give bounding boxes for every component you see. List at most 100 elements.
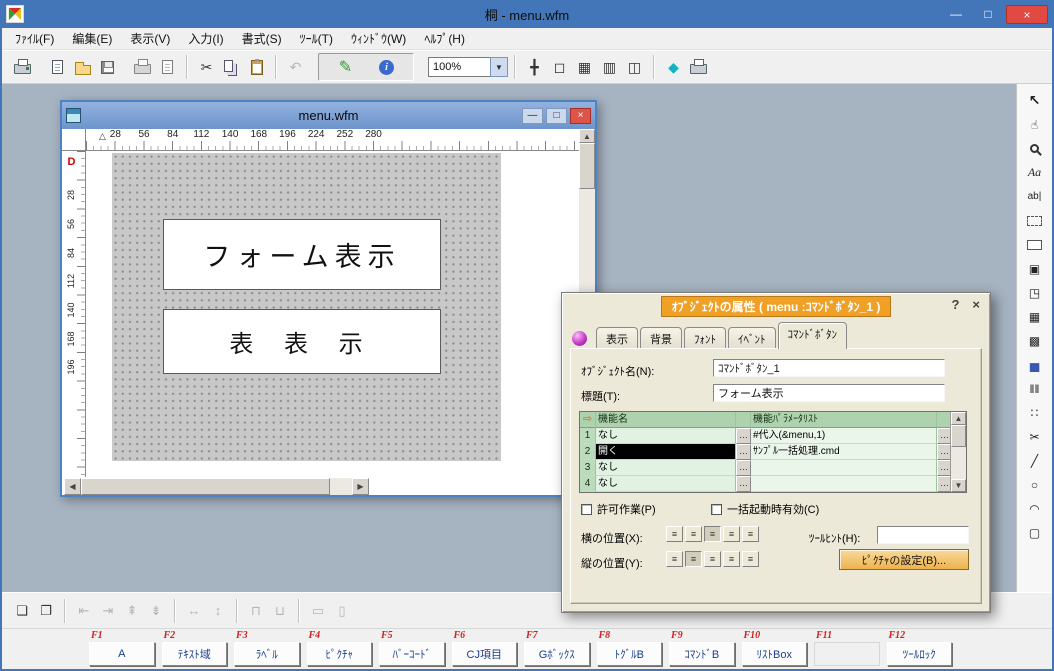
print-layout-icon[interactable] — [686, 55, 711, 80]
menu-help[interactable]: ﾍﾙﾌﾟ(H) — [415, 27, 474, 50]
horizontal-scroll-thumb[interactable] — [81, 478, 330, 495]
halign-center-button[interactable]: ≡ — [704, 526, 721, 542]
function-name-cell[interactable]: なし — [596, 476, 736, 492]
function-param-cell[interactable] — [751, 476, 937, 492]
form-close-button[interactable]: × — [570, 108, 591, 124]
pin-icon[interactable] — [572, 331, 587, 346]
halign-right-button[interactable]: ≡ — [723, 526, 740, 542]
valign-top-button[interactable]: ≡ — [666, 551, 683, 567]
pattern-tool-icon[interactable]: ∷ — [1021, 401, 1048, 424]
menu-edit[interactable]: 編集(E) — [63, 27, 121, 50]
menu-tools[interactable]: ﾂｰﾙ(T) — [291, 27, 342, 50]
fkey-f10-button[interactable]: ﾘｽﾄBox — [742, 642, 808, 666]
valign-bottom-button[interactable]: ≡ — [704, 551, 721, 567]
caption-input[interactable] — [713, 384, 945, 402]
barcode-tool-icon[interactable]: ‖‖ — [1021, 377, 1048, 400]
label-tool-icon[interactable]: Aa — [1021, 161, 1048, 184]
function-name-cell[interactable]: なし — [596, 460, 736, 476]
function-column-header[interactable]: 機能名 — [596, 412, 736, 428]
new-form-icon[interactable] — [45, 55, 70, 80]
align-top-icon[interactable]: ⇞ — [120, 599, 144, 623]
halign-justify-button[interactable]: ≡ — [742, 526, 759, 542]
cut-icon[interactable]: ✂ — [194, 55, 219, 80]
menu-view[interactable]: 表示(V) — [121, 27, 179, 50]
edit-pencil-icon[interactable]: ✎ — [333, 55, 358, 80]
function-param-cell[interactable]: ｻﾝﾌﾟﾙ一括処理.cmd — [751, 444, 937, 460]
grid-toggle-icon[interactable]: ▦ — [572, 55, 597, 80]
size-width-icon[interactable]: ▭ — [306, 599, 330, 623]
form-minimize-button[interactable]: — — [522, 108, 543, 124]
valign-even-button[interactable]: ≡ — [742, 551, 759, 567]
table-scroll-up-button[interactable]: ▲ — [951, 412, 966, 425]
titlebar[interactable]: 桐 - menu.wfm — □ × — [0, 0, 1054, 28]
function-row-3[interactable]: 3 なし … … — [580, 460, 966, 476]
form-view-icon[interactable]: ❏ — [10, 599, 34, 623]
line-tool-icon[interactable]: ╱ — [1021, 449, 1048, 472]
group-box-tool-icon[interactable]: ▣ — [1021, 257, 1048, 280]
copy-icon[interactable] — [219, 55, 244, 80]
form-command-button-2[interactable]: 表 表 示 — [163, 309, 441, 374]
function-row-1[interactable]: 1 なし … #代入(&menu,1) … — [580, 428, 966, 444]
object-name-input[interactable] — [713, 359, 945, 377]
minimize-button[interactable]: — — [942, 5, 970, 24]
form-canvas[interactable]: フォーム表示 表 表 示 — [86, 151, 579, 477]
valign-center-button[interactable]: ≡ — [685, 551, 702, 567]
menu-window[interactable]: ｳｨﾝﾄﾞｳ(W) — [342, 27, 415, 50]
form-design-grid[interactable] — [112, 153, 501, 461]
tab-command-button[interactable]: ｺﾏﾝﾄﾞﾎﾞﾀﾝ — [778, 322, 848, 349]
align-right-icon[interactable]: ⇥ — [96, 599, 120, 623]
menu-format[interactable]: 書式(S) — [233, 27, 291, 50]
batch-checkbox[interactable] — [711, 504, 722, 515]
form-horizontal-scrollbar[interactable]: ◀ ▶ — [64, 478, 369, 495]
text-tool-icon[interactable]: ab| — [1021, 185, 1048, 208]
scroll-left-button[interactable]: ◀ — [64, 478, 81, 495]
table-view-icon[interactable]: ❐ — [34, 599, 58, 623]
fkey-f3-button[interactable]: ﾗﾍﾞﾙ — [234, 642, 300, 666]
fkey-f8-button[interactable]: ﾄｸﾞﾙB — [597, 642, 663, 666]
scroll-up-button[interactable]: ▲ — [579, 129, 595, 143]
gem-icon[interactable]: ◆ — [661, 55, 686, 80]
function-picker-button[interactable]: … — [736, 460, 751, 476]
fkey-f12-button[interactable]: ﾂｰﾙﾛｯｸ — [887, 642, 953, 666]
function-param-cell[interactable]: #代入(&menu,1) — [751, 428, 937, 444]
vertical-scroll-thumb[interactable] — [579, 143, 595, 189]
function-name-cell-selected[interactable]: 開く — [596, 444, 736, 460]
fkey-f2-button[interactable]: ﾃｷｽﾄ域 — [162, 642, 228, 666]
dashed-box-tool-icon[interactable] — [1021, 209, 1048, 232]
horizontal-scroll-track[interactable] — [81, 478, 352, 495]
space-across-icon[interactable]: ⊓ — [244, 599, 268, 623]
function-picker-button[interactable]: … — [736, 428, 751, 444]
table-scroll-thumb[interactable] — [951, 425, 966, 447]
fkey-f5-button[interactable]: ﾊﾞｰｺｰﾄﾞ — [379, 642, 445, 666]
close-button[interactable]: × — [1006, 5, 1048, 24]
zoom-input[interactable] — [428, 57, 490, 77]
halign-center-left-button[interactable]: ≡ — [685, 526, 702, 542]
snap-cross-icon[interactable]: ╋ — [522, 55, 547, 80]
box-tool-icon[interactable] — [1021, 233, 1048, 256]
fkey-f7-button[interactable]: Gﾎﾞｯｸｽ — [524, 642, 590, 666]
paste-icon[interactable] — [244, 55, 269, 80]
table-scroll-down-button[interactable]: ▼ — [951, 479, 966, 492]
fkey-f6-button[interactable]: CJ項目 — [452, 642, 518, 666]
item-box-tool-icon[interactable]: ◳ — [1021, 281, 1048, 304]
picture-settings-button[interactable]: ﾋﾟｸﾁｬの設定(B)... — [839, 549, 969, 570]
pan-tool-icon[interactable]: ☝ — [1021, 113, 1048, 136]
function-param-cell[interactable] — [751, 460, 937, 476]
align-left-icon[interactable]: ⇤ — [72, 599, 96, 623]
window-parts-icon[interactable]: ◫ — [622, 55, 647, 80]
print-icon[interactable] — [130, 55, 155, 80]
function-row-4[interactable]: 4 なし … … — [580, 476, 966, 492]
zoom-dropdown-button[interactable]: ▼ — [490, 57, 508, 77]
fkey-f1-button[interactable]: A — [89, 642, 155, 666]
dialog-close-button[interactable]: × — [972, 298, 980, 312]
size-height-icon[interactable]: ▯ — [330, 599, 354, 623]
open-icon[interactable] — [70, 55, 95, 80]
form-command-button-1[interactable]: フォーム表示 — [163, 219, 441, 290]
dialog-help-button[interactable]: ? — [951, 298, 959, 312]
worksheet-tool-icon[interactable]: ▩ — [1021, 329, 1048, 352]
rounded-box-tool-icon[interactable]: ▢ — [1021, 521, 1048, 544]
align-bottom-icon[interactable]: ⇟ — [144, 599, 168, 623]
ruler-marker-icon[interactable]: △ — [99, 131, 106, 142]
dialog-titlebar[interactable]: ｵﾌﾞｼﾞｪｸﾄの属性 ( menu :ｺﾏﾝﾄﾞﾎﾞﾀﾝ_1 ) ? × — [562, 293, 990, 320]
space-down-icon[interactable]: ⊔ — [268, 599, 292, 623]
